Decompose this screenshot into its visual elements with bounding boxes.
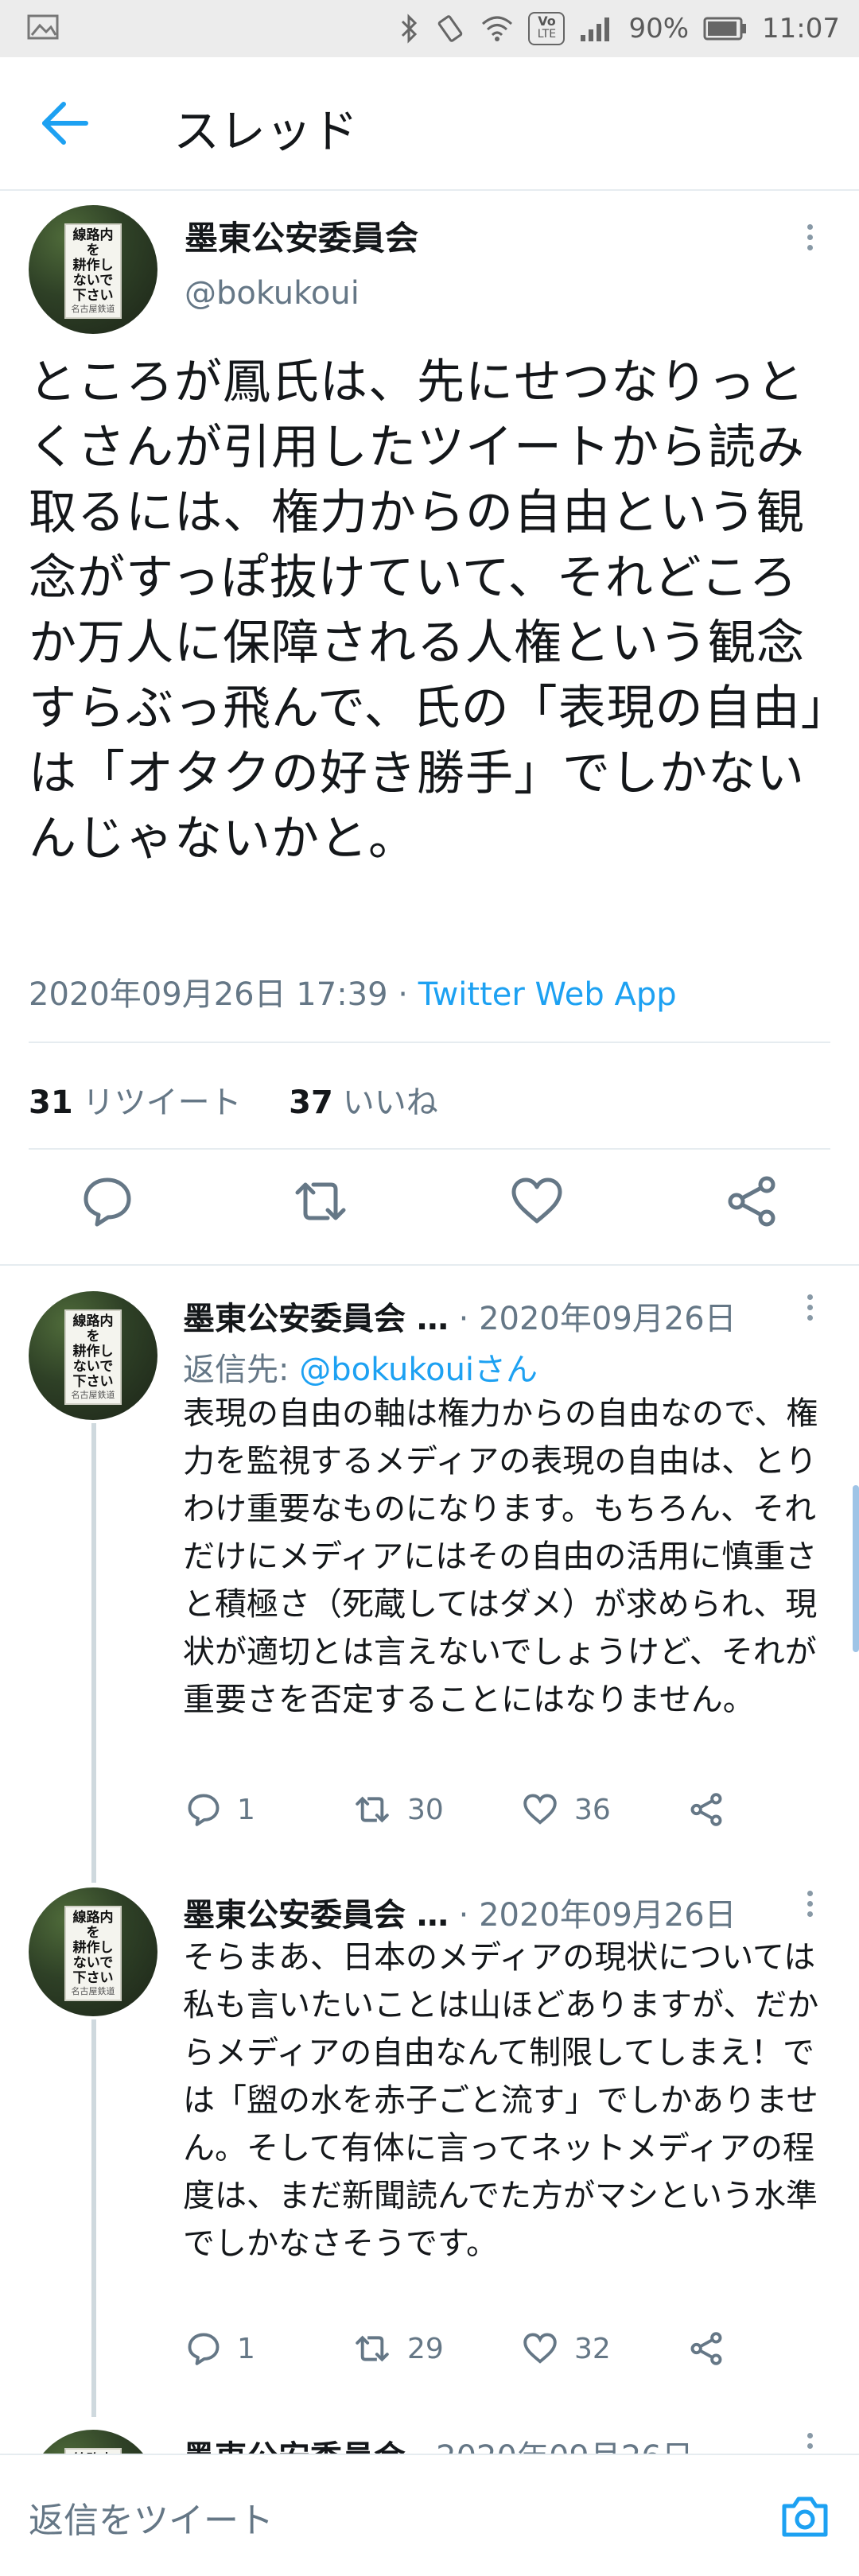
page-title: スレッド: [173, 104, 359, 158]
battery-icon: [703, 17, 747, 41]
more-vertical-icon[interactable]: [800, 219, 819, 259]
reply-tweet[interactable]: 線路内を 耕作しないで 下さい 名古屋鉄道 墨東公安委員会 … · 2020年0…: [0, 1286, 859, 1827]
more-vertical-icon[interactable]: [800, 2428, 819, 2454]
clock: 11:07: [762, 13, 840, 45]
reply-icon[interactable]: [78, 1172, 137, 1231]
reply-icon: [188, 1794, 220, 1826]
author-name[interactable]: 墨東公安委員会: [183, 2439, 406, 2454]
tweet-datetime: 2020年09月26日 17:39: [29, 976, 388, 1013]
share-button[interactable]: [687, 1790, 725, 1829]
reply-text: 表現の自由の軸は権力からの自由なので、権力を監視するメディアの表現の自由は、とり…: [183, 1395, 818, 1718]
reply-header: 墨東公安委員会 … · 2020年09月26日: [183, 1889, 737, 1935]
reply-date: · 2020年09月26日: [448, 1301, 737, 1337]
author-name[interactable]: 墨東公安委員会 …: [183, 1897, 449, 1934]
reply-actions: 1 30 36: [183, 1790, 756, 1833]
reply-icon: [188, 2333, 220, 2365]
scrollbar[interactable]: [853, 1485, 859, 1652]
like-button[interactable]: 36: [520, 1790, 611, 1829]
tweet-text: ところが鳳氏は、先にせつなりっとくさんが引用したツイートから読み取るには、権力か…: [29, 355, 826, 867]
reply-count: 1: [237, 1793, 255, 1826]
volte-icon: Vo LTE: [528, 12, 566, 45]
tweet-meta: 2020年09月26日 17:39 · Twitter Web App: [29, 976, 677, 1013]
likes-stat[interactable]: 37 いいね: [289, 1084, 438, 1121]
share-icon: [690, 2332, 722, 2365]
status-right: Vo LTE 90% 11:07: [399, 8, 840, 49]
vibrate-icon: [438, 15, 463, 42]
battery-percent: 90%: [628, 13, 690, 45]
retweet-button[interactable]: 29: [352, 2330, 444, 2368]
tweet-actions: [0, 1172, 859, 1243]
divider: [29, 1042, 830, 1043]
share-icon[interactable]: [722, 1172, 781, 1231]
gallery-icon: [27, 14, 59, 40]
reply-to-handle[interactable]: @bokukouiさん: [299, 1352, 538, 1388]
heart-icon: [523, 1794, 557, 1825]
reply-button[interactable]: 1: [185, 1790, 255, 1829]
divider: [0, 1264, 859, 1266]
retweet-count: 30: [407, 1793, 444, 1826]
like-button[interactable]: 32: [520, 2330, 611, 2368]
reply-date: · 2020年09月26日: [448, 1897, 737, 1934]
more-vertical-icon[interactable]: [800, 1290, 819, 1329]
reply-tweet[interactable]: 線路内を 耕作しないで 下さい 名古屋鉄道 墨東公安委員会 … · 2020年0…: [0, 1883, 859, 2392]
reply-date: · 2020年09月26日: [406, 2439, 694, 2454]
like-count: 32: [574, 2332, 611, 2365]
bluetooth-icon: [402, 14, 418, 44]
author-name[interactable]: 墨東公安委員会: [185, 211, 418, 260]
tweet-source[interactable]: Twitter Web App: [418, 976, 677, 1013]
reply-count: 1: [237, 2332, 255, 2365]
retweet-button[interactable]: 30: [352, 1790, 444, 1829]
reply-to: 返信先: @bokukouiさん: [183, 1352, 538, 1388]
reply-input[interactable]: 返信をツイート: [29, 2492, 274, 2543]
reply-tweet[interactable]: 線路内を 墨東公安委員会 · 2020年09月26日: [0, 2425, 859, 2454]
retweet-count: 29: [407, 2332, 444, 2365]
camera-icon[interactable]: [779, 2492, 830, 2539]
retweet-icon[interactable]: [291, 1172, 350, 1231]
avatar-sign: 線路内を 耕作しないで 下さい 名古屋鉄道: [64, 1309, 122, 1405]
status-bar: Vo LTE 90% 11:07: [0, 0, 859, 57]
heart-icon: [523, 2333, 557, 2364]
like-count: 36: [574, 1793, 611, 1826]
tweet-stats: 31 リツイート 37 いいね: [29, 1077, 438, 1123]
avatar[interactable]: 線路内を: [29, 2430, 157, 2454]
divider: [29, 1148, 830, 1150]
avatar-sign: 線路内を 耕作しないで 下さい 名古屋鉄道: [64, 223, 122, 319]
reply-composer[interactable]: 返信をツイート: [0, 2454, 859, 2576]
app-header: スレッド: [0, 57, 859, 191]
author-name[interactable]: 墨東公安委員会 …: [183, 1301, 449, 1337]
author-handle[interactable]: @bokukoui: [185, 275, 360, 312]
retweet-icon: [356, 1796, 389, 1823]
arrow-left-icon[interactable]: [40, 99, 92, 148]
retweet-icon: [356, 2335, 389, 2362]
more-vertical-icon[interactable]: [800, 1886, 819, 1926]
avatar[interactable]: 線路内を 耕作しないで 下さい 名古屋鉄道: [29, 1887, 157, 2016]
heart-icon[interactable]: [507, 1172, 566, 1231]
reply-header: 墨東公安委員会 · 2020年09月26日: [183, 2431, 694, 2454]
avatar-sign: 線路内を: [64, 2447, 122, 2454]
avatar-sign: 線路内を 耕作しないで 下さい 名古屋鉄道: [64, 1905, 122, 2001]
wifi-icon: [482, 16, 513, 41]
share-button[interactable]: [687, 2330, 725, 2368]
signal-icon: [581, 17, 610, 41]
share-icon: [690, 1793, 722, 1826]
reply-actions: 1 29 32: [183, 2330, 756, 2372]
avatar[interactable]: 線路内を 耕作しないで 下さい 名古屋鉄道: [29, 205, 157, 334]
avatar[interactable]: 線路内を 耕作しないで 下さい 名古屋鉄道: [29, 1291, 157, 1420]
reply-text: そらまあ、日本のメディアの現状については私も言いたいことは山ほどありますが、だか…: [183, 1939, 819, 2262]
retweets-stat[interactable]: 31 リツイート: [29, 1084, 242, 1121]
reply-header: 墨東公安委員会 … · 2020年09月26日: [183, 1293, 737, 1339]
reply-button[interactable]: 1: [185, 2330, 255, 2368]
